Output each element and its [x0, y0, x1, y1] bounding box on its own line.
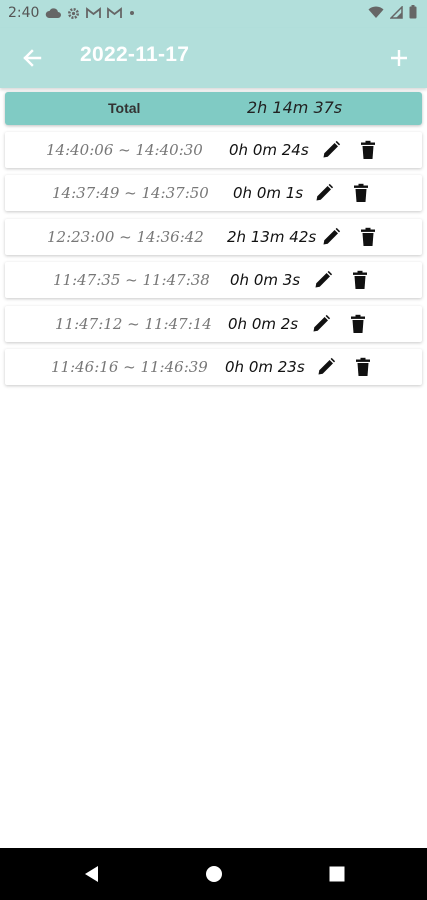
session-time-range: 14:37:49 ~ 14:37:50	[52, 184, 209, 203]
edit-session-button[interactable]	[314, 355, 338, 379]
session-duration: 0h 0m 24s	[229, 141, 309, 159]
session-time-range: 12:23:00 ~ 14:36:42	[47, 227, 204, 246]
delete-session-button[interactable]	[356, 138, 380, 162]
pencil-icon	[311, 314, 331, 334]
edit-session-button[interactable]	[312, 181, 336, 205]
delete-session-button[interactable]	[356, 225, 380, 249]
navigation-bar	[0, 848, 427, 900]
circle-home-icon	[206, 866, 222, 882]
gmail-icon	[107, 7, 123, 19]
dot-icon	[128, 9, 136, 17]
status-right	[368, 5, 417, 19]
status-left: 2:40	[8, 5, 136, 21]
nav-back-button[interactable]	[79, 862, 103, 886]
pencil-icon	[313, 270, 333, 290]
page-title: 2022-11-17	[80, 43, 190, 66]
gear-icon	[67, 7, 80, 20]
edit-session-button[interactable]	[309, 312, 333, 336]
session-duration: 0h 0m 23s	[225, 357, 305, 376]
session-row: 14:37:49 ~ 14:37:50 0h 0m 1s	[5, 175, 422, 212]
delete-session-button[interactable]	[346, 312, 370, 336]
total-label: Total	[108, 100, 141, 116]
pencil-icon	[321, 227, 341, 247]
plus-icon	[391, 50, 407, 66]
trash-icon	[359, 140, 377, 160]
triangle-back-icon	[85, 866, 98, 882]
session-duration: 0h 0m 2s	[228, 314, 299, 333]
session-time-range: 11:46:16 ~ 11:46:39	[51, 357, 208, 376]
signal-icon	[390, 5, 403, 19]
app-bar: 2022-11-17	[0, 28, 427, 88]
arrow-left-icon	[23, 49, 42, 67]
session-duration: 0h 0m 1s	[233, 184, 304, 203]
edit-session-button[interactable]	[319, 138, 343, 162]
gmail-icon	[86, 7, 102, 19]
trash-icon	[351, 270, 369, 290]
trash-icon	[349, 314, 367, 334]
square-recents-icon	[329, 866, 345, 882]
nav-home-button[interactable]	[202, 862, 226, 886]
trash-icon	[359, 227, 377, 247]
delete-session-button[interactable]	[351, 355, 375, 379]
session-row: 11:47:12 ~ 11:47:14 0h 0m 2s	[5, 305, 422, 342]
total-value: 2h 14m 37s	[247, 98, 343, 117]
session-time-range: 14:40:06 ~ 14:40:30	[46, 141, 203, 159]
nav-recents-button[interactable]	[325, 862, 349, 886]
delete-session-button[interactable]	[349, 181, 373, 205]
edit-session-button[interactable]	[311, 268, 335, 292]
wifi-icon	[368, 6, 384, 19]
cloud-icon	[45, 7, 62, 19]
session-row: 11:47:35 ~ 11:47:38 0h 0m 3s	[5, 262, 422, 299]
battery-icon	[409, 5, 417, 19]
session-time-range: 11:47:12 ~ 11:47:14	[55, 314, 212, 333]
add-session-button[interactable]	[385, 44, 413, 72]
status-bar: 2:40	[0, 0, 427, 28]
total-bar: Total 2h 14m 37s	[5, 92, 422, 125]
trash-icon	[354, 357, 372, 377]
session-row: 14:40:06 ~ 14:40:30 0h 0m 24s	[5, 132, 422, 168]
session-row: 11:46:16 ~ 11:46:39 0h 0m 23s	[5, 348, 422, 385]
session-duration: 0h 0m 3s	[230, 271, 301, 290]
status-time: 2:40	[8, 5, 40, 21]
pencil-icon	[314, 183, 334, 203]
back-button[interactable]	[18, 44, 46, 72]
pencil-icon	[321, 140, 341, 160]
delete-session-button[interactable]	[348, 268, 372, 292]
trash-icon	[352, 183, 370, 203]
edit-session-button[interactable]	[319, 225, 343, 249]
pencil-icon	[316, 357, 336, 377]
session-duration: 2h 13m 42s	[227, 227, 317, 246]
session-list: 14:40:06 ~ 14:40:30 0h 0m 24s 14:37:49 ~ 1…	[5, 132, 422, 392]
session-row: 12:23:00 ~ 14:36:42 2h 13m 42s	[5, 218, 422, 255]
session-time-range: 11:47:35 ~ 11:47:38	[53, 271, 210, 290]
